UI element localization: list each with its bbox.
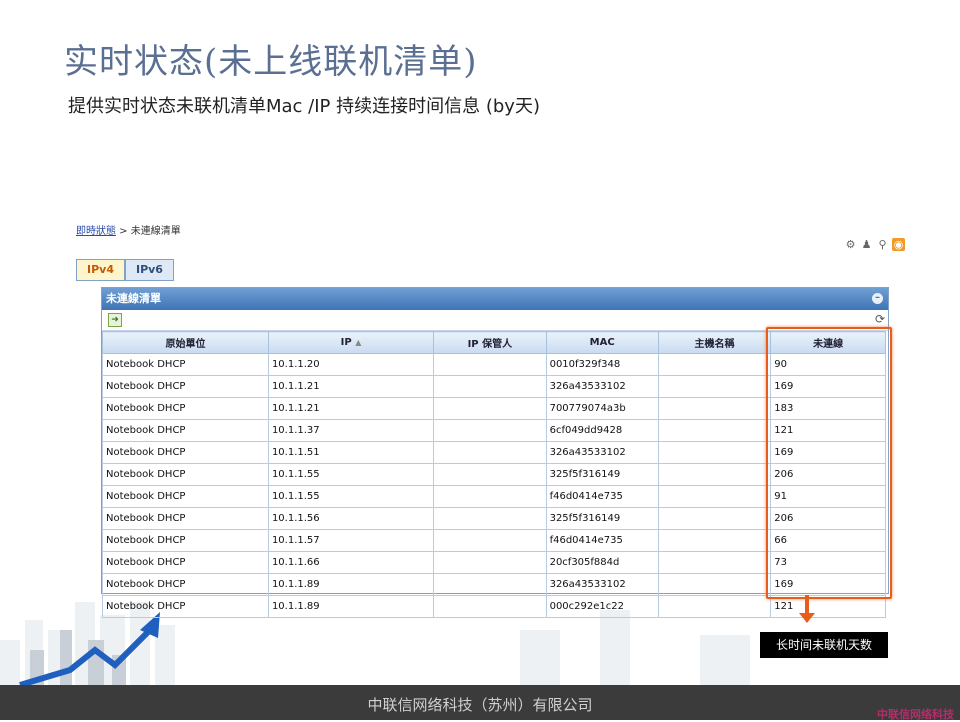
cell-ip-custodian — [433, 551, 547, 574]
cell-origin-unit: Notebook DHCP — [102, 397, 269, 420]
sort-ascending-icon: ▲ — [355, 338, 362, 347]
cell-hostname — [657, 441, 772, 464]
column-header-hostname[interactable]: 主機名稱 — [657, 331, 772, 354]
arrow-down-icon — [799, 595, 815, 623]
tab-ipv4[interactable]: IPv4 — [76, 259, 125, 281]
callout-label: 长时间未联机天数 — [760, 632, 888, 658]
cell-origin-unit: Notebook DHCP — [102, 507, 269, 530]
cell-ip-custodian — [433, 595, 547, 618]
cell-origin-unit: Notebook DHCP — [102, 573, 269, 596]
export-icon[interactable]: ➜ — [108, 313, 122, 327]
cell-ip-custodian — [433, 441, 547, 464]
cell-ip: 10.1.1.51 — [267, 441, 435, 464]
panel-title: 未連線清單 — [106, 292, 161, 305]
panel-header: 未連線清單 – — [102, 288, 888, 310]
cell-mac: 6cf049dd9428 — [545, 419, 659, 442]
cell-origin-unit: Notebook DHCP — [102, 441, 269, 464]
cell-origin-unit: Notebook DHCP — [102, 353, 269, 376]
cell-ip-custodian — [433, 573, 547, 596]
cell-origin-unit: Notebook DHCP — [102, 419, 269, 442]
cell-ip: 10.1.1.89 — [267, 595, 435, 618]
cell-mac: 000c292e1c22 — [545, 595, 659, 618]
cell-ip-custodian — [433, 507, 547, 530]
cell-ip-custodian — [433, 353, 547, 376]
cell-hostname — [657, 375, 772, 398]
cell-origin-unit: Notebook DHCP — [102, 529, 269, 552]
cell-ip-custodian — [433, 397, 547, 420]
rss-icon[interactable]: ◉ — [892, 238, 905, 251]
column-header-ip-custodian[interactable]: IP 保管人 — [433, 331, 547, 354]
column-header-mac[interactable]: MAC — [545, 331, 659, 354]
cell-hostname — [657, 397, 772, 420]
breadcrumb-separator: > — [116, 226, 131, 237]
cell-ip: 10.1.1.55 — [267, 485, 435, 508]
cell-mac: 326a43533102 — [545, 441, 659, 464]
cell-hostname — [657, 353, 772, 376]
cell-ip: 10.1.1.21 — [267, 375, 435, 398]
cell-mac: 325f5f316149 — [545, 507, 659, 530]
breadcrumb-current: 未連線清單 — [130, 226, 181, 237]
cell-origin-unit: Notebook DHCP — [102, 375, 269, 398]
ip-version-tabs: IPv4 IPv6 — [76, 259, 174, 281]
cell-hostname — [657, 485, 772, 508]
cell-mac: 325f5f316149 — [545, 463, 659, 486]
cell-hostname — [657, 529, 772, 552]
cell-mac: 0010f329f348 — [545, 353, 659, 376]
cell-mac: 700779074a3b — [545, 397, 659, 420]
cell-origin-unit: Notebook DHCP — [102, 551, 269, 574]
cell-hostname — [657, 551, 772, 574]
cell-ip-custodian — [433, 463, 547, 486]
cell-ip-custodian — [433, 375, 547, 398]
cell-ip-custodian — [433, 485, 547, 508]
cell-hostname — [657, 595, 772, 618]
cell-mac: 20cf305f884d — [545, 551, 659, 574]
cell-hostname — [657, 507, 772, 530]
cell-ip-custodian — [433, 529, 547, 552]
breadcrumb-link-realtime-status[interactable]: 即時狀態 — [76, 226, 116, 237]
refresh-icon[interactable]: ⟳ — [875, 312, 885, 326]
tab-ipv6[interactable]: IPv6 — [124, 259, 174, 281]
cell-ip: 10.1.1.57 — [267, 529, 435, 552]
cell-ip: 10.1.1.56 — [267, 507, 435, 530]
cell-origin-unit: Notebook DHCP — [102, 485, 269, 508]
slide-title: 实时状态(未上线联机清单) — [64, 42, 478, 82]
slide-subtitle: 提供实时状态未联机清单Mac /IP 持续连接时间信息 (by天) — [68, 96, 540, 117]
plug-icon[interactable]: ⚲ — [876, 238, 889, 251]
cell-mac: 326a43533102 — [545, 573, 659, 596]
gear-icon[interactable]: ⚙ — [844, 238, 857, 251]
highlight-offline-column — [766, 327, 892, 599]
cell-ip: 10.1.1.37 — [267, 419, 435, 442]
column-header-ip-label: IP — [340, 337, 352, 348]
column-header-origin-unit[interactable]: 原始單位 — [102, 331, 269, 354]
cell-ip: 10.1.1.55 — [267, 463, 435, 486]
cell-hostname — [657, 573, 772, 596]
cell-hostname — [657, 463, 772, 486]
cell-mac: f46d0414e735 — [545, 529, 659, 552]
cell-ip: 10.1.1.20 — [267, 353, 435, 376]
user-icon[interactable]: ♟ — [860, 238, 873, 251]
toolbar-icons: ⚙ ♟ ⚲ ◉ — [844, 238, 905, 251]
cell-ip: 10.1.1.66 — [267, 551, 435, 574]
cell-ip-custodian — [433, 419, 547, 442]
footer-company: 中联信网络科技（苏州）有限公司 — [367, 696, 593, 714]
cell-ip: 10.1.1.21 — [267, 397, 435, 420]
cell-mac: f46d0414e735 — [545, 485, 659, 508]
cell-hostname — [657, 419, 772, 442]
column-header-ip[interactable]: IP ▲ — [267, 331, 435, 354]
cell-origin-unit: Notebook DHCP — [102, 595, 269, 618]
cell-origin-unit: Notebook DHCP — [102, 463, 269, 486]
cell-mac: 326a43533102 — [545, 375, 659, 398]
collapse-icon[interactable]: – — [872, 293, 883, 304]
cell-ip: 10.1.1.89 — [267, 573, 435, 596]
breadcrumb: 即時狀態 > 未連線清單 — [76, 222, 181, 237]
